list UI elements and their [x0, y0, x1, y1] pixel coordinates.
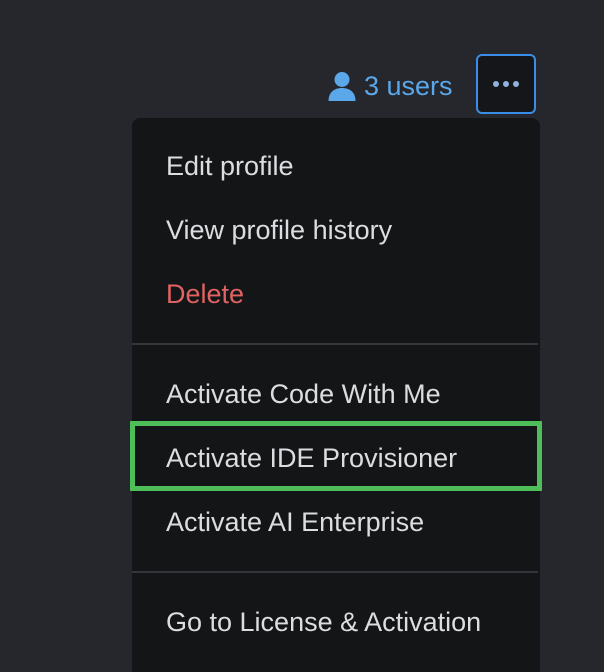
- menu-item-label: Activate IDE Provisioner: [166, 442, 458, 473]
- menu-item-delete[interactable]: Delete: [132, 262, 540, 326]
- users-count-label: 3 users: [364, 70, 453, 101]
- menu-separator: [132, 343, 538, 345]
- ellipsis-icon: [493, 81, 519, 87]
- users-link[interactable]: 3 users: [328, 66, 453, 106]
- menu-item-activate-code-with-me[interactable]: Activate Code With Me: [132, 362, 540, 426]
- menu-separator: [132, 571, 538, 573]
- menu-item-view-profile-history[interactable]: View profile history: [132, 198, 540, 262]
- menu-item-label: Go to License & Activation: [166, 606, 482, 637]
- menu-item-go-to-license-activation[interactable]: Go to License & Activation: [132, 590, 540, 654]
- page: 3 users Edit profile View profile histor…: [0, 0, 604, 672]
- user-icon: [328, 72, 356, 101]
- more-options-button[interactable]: [476, 54, 536, 114]
- menu-item-label: View profile history: [166, 214, 393, 245]
- menu-item-edit-profile[interactable]: Edit profile: [132, 134, 540, 198]
- dropdown-menu: Edit profile View profile history Delete…: [132, 118, 540, 672]
- menu-item-activate-ai-enterprise[interactable]: Activate AI Enterprise: [132, 490, 540, 554]
- menu-item-label: Edit profile: [166, 150, 294, 181]
- menu-item-activate-ide-provisioner[interactable]: Activate IDE Provisioner: [132, 426, 540, 490]
- menu-item-label: Delete: [166, 278, 245, 309]
- menu-item-label: Activate Code With Me: [166, 378, 441, 409]
- menu-item-label: Activate AI Enterprise: [166, 506, 425, 537]
